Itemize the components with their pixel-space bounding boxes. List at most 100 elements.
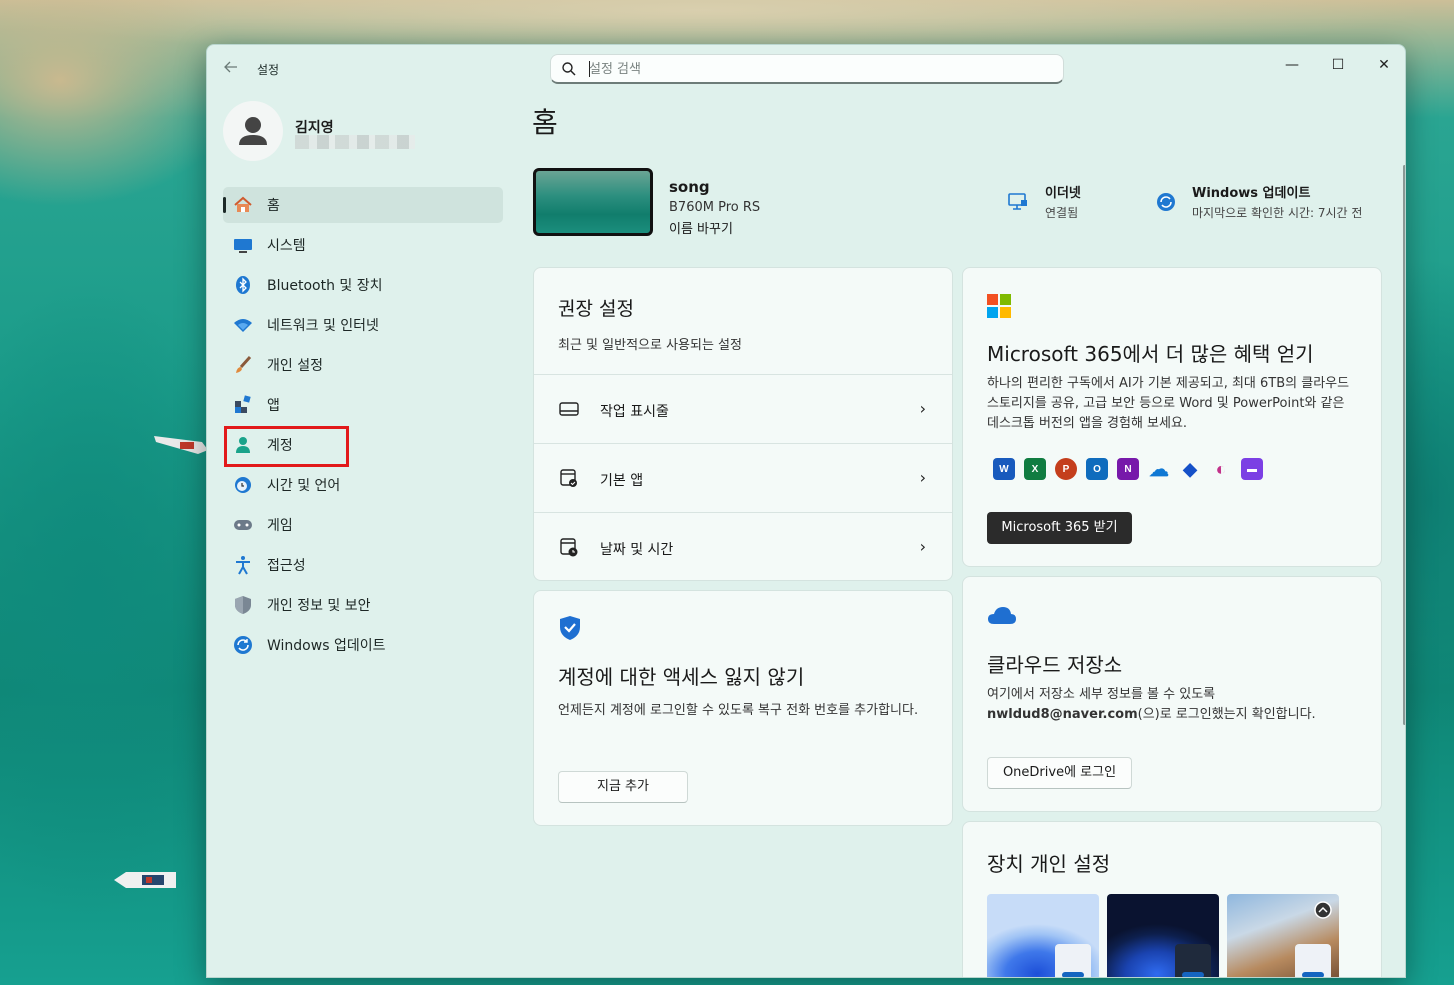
settings-window: 설정 — ☐ ✕ 김지영 홈 시스템 [206,44,1406,978]
highlight-box [224,426,349,467]
card-body: 여기에서 저장소 세부 정보를 볼 수 있도록 nwldud8@naver.co… [987,685,1359,725]
device-wallpaper-thumbnail[interactable] [533,168,653,236]
add-now-button[interactable]: 지금 추가 [558,771,688,803]
minimize-button[interactable]: — [1269,51,1315,83]
system-icon [233,235,253,255]
apps-icon [233,395,253,415]
sidebar-item-label: 시간 및 언어 [267,478,341,494]
recommended-row-date-time[interactable]: 날짜 및 시간 › [534,512,952,580]
recommended-row-default-apps[interactable]: 기본 앱 › [534,443,952,511]
profile-name: 김지영 [295,120,334,136]
sidebar-item-label: 개인 설정 [267,358,323,374]
scrollbar[interactable] [1403,165,1405,725]
sidebar-item-home[interactable]: 홈 [223,187,503,223]
home-icon [233,195,253,215]
copilot-icon: ◐ [1215,458,1227,479]
rename-link[interactable]: 이름 바꾸기 [669,218,733,237]
card-subtitle: 최근 및 일반적으로 사용되는 설정 [558,338,742,353]
card-title: Microsoft 365에서 더 많은 혜택 얻기 [987,342,1314,366]
arrow-left-icon [224,61,237,73]
sidebar-item-windows-update[interactable]: Windows 업데이트 [223,627,503,663]
cloud-icon [988,607,1016,624]
sidebar-item-time-language[interactable]: 시간 및 언어 [223,467,503,503]
clipchamp-icon: ▬ [1241,458,1263,480]
profile-email-redacted [295,135,415,149]
time-language-icon [233,475,253,495]
sidebar-item-personalization[interactable]: 개인 설정 [223,347,503,383]
card-title: 장치 개인 설정 [987,852,1111,876]
active-indicator [223,197,226,213]
bluetooth-icon [233,275,253,295]
search-box[interactable] [550,54,1064,84]
sidebar-item-gaming[interactable]: 게임 [223,507,503,543]
close-button[interactable]: ✕ [1361,51,1405,83]
defender-icon: ◆ [1183,458,1197,479]
shield-icon [233,595,253,615]
taskbar-icon [559,402,579,416]
row-label: 기본 앱 [600,473,644,489]
gamepad-icon [233,515,253,535]
device-name: song [669,178,710,196]
sidebar-item-label: 홈 [267,198,280,214]
sidebar-item-label: 게임 [267,518,293,534]
update-status-icon[interactable] [1156,192,1176,212]
boat-decoration [114,872,176,888]
chevron-right-icon: › [919,399,926,418]
card-body: 언제든지 계정에 로그인할 수 있도록 복구 전화 번호를 추가합니다. [558,703,919,718]
card-title: 클라우드 저장소 [987,653,1123,677]
device-model: B760M Pro RS [669,200,761,215]
theme-light-thumbnail[interactable] [987,894,1099,977]
sidebar-item-privacy[interactable]: 개인 정보 및 보안 [223,587,503,623]
ethernet-icon[interactable] [1007,191,1029,213]
microsoft-logo-icon [987,294,1011,318]
sidebar-item-label: 네트워크 및 인터넷 [267,318,379,334]
powerpoint-icon: P [1055,458,1077,480]
sidebar-item-apps[interactable]: 앱 [223,387,503,423]
sidebar-item-bluetooth[interactable]: Bluetooth 및 장치 [223,267,503,303]
wifi-icon [233,315,253,335]
sidebar-item-label: 앱 [267,398,280,414]
brush-icon [233,355,253,375]
maximize-button[interactable]: ☐ [1315,51,1361,83]
chevron-right-icon: › [919,537,926,556]
default-apps-icon [560,469,577,487]
avatar[interactable] [223,101,283,161]
excel-icon: X [1024,458,1046,480]
sidebar-item-label: Bluetooth 및 장치 [267,278,383,294]
sidebar-item-accessibility[interactable]: 접근성 [223,547,503,583]
word-icon: W [993,458,1015,480]
card-body: 하나의 편리한 구독에서 AI가 기본 제공되고, 최대 6TB의 클라우드 스… [987,376,1350,431]
app-title: 설정 [257,63,280,77]
recommended-row-taskbar[interactable]: 작업 표시줄 › [534,374,952,442]
back-button[interactable] [221,59,241,79]
sidebar-item-network[interactable]: 네트워크 및 인터넷 [223,307,503,343]
search-input[interactable] [589,60,1029,78]
page-title: 홈 [532,106,558,139]
title-bar: 설정 — ☐ ✕ [207,45,1405,91]
accessibility-icon [233,555,253,575]
onedrive-icon: ☁ [1149,458,1169,481]
update-icon [233,635,253,655]
get-microsoft-365-button[interactable]: Microsoft 365 받기 [987,512,1132,544]
ethernet-status-title[interactable]: 이더넷 [1045,182,1081,201]
update-status-sub: 마지막으로 확인한 시간: 7시간 전 [1192,206,1363,220]
personalize-card: 장치 개인 설정 [962,821,1382,977]
onedrive-sign-in-button[interactable]: OneDrive에 로그인 [987,757,1132,789]
window-preview [1055,944,1091,977]
update-status-title[interactable]: Windows 업데이트 [1192,182,1310,201]
theme-photo-thumbnail[interactable] [1227,894,1339,977]
card-title: 권장 설정 [558,298,634,320]
microsoft-365-card: Microsoft 365에서 더 많은 혜택 얻기 하나의 편리한 구독에서 … [962,267,1382,567]
card-title: 계정에 대한 액세스 잃지 않기 [558,665,805,689]
sidebar-item-system[interactable]: 시스템 [223,227,503,263]
cloud-storage-card: 클라우드 저장소 여기에서 저장소 세부 정보를 볼 수 있도록 nwldud8… [962,576,1382,812]
account-email: nwldud8@naver.com [987,707,1138,722]
sidebar-item-label: 시스템 [267,238,306,254]
window-preview [1175,944,1211,977]
search-icon [562,62,576,76]
theme-dark-thumbnail[interactable] [1107,894,1219,977]
boat-decoration [154,436,208,454]
user-icon [239,117,267,145]
window-preview [1295,944,1331,977]
slideshow-icon [1314,901,1332,919]
